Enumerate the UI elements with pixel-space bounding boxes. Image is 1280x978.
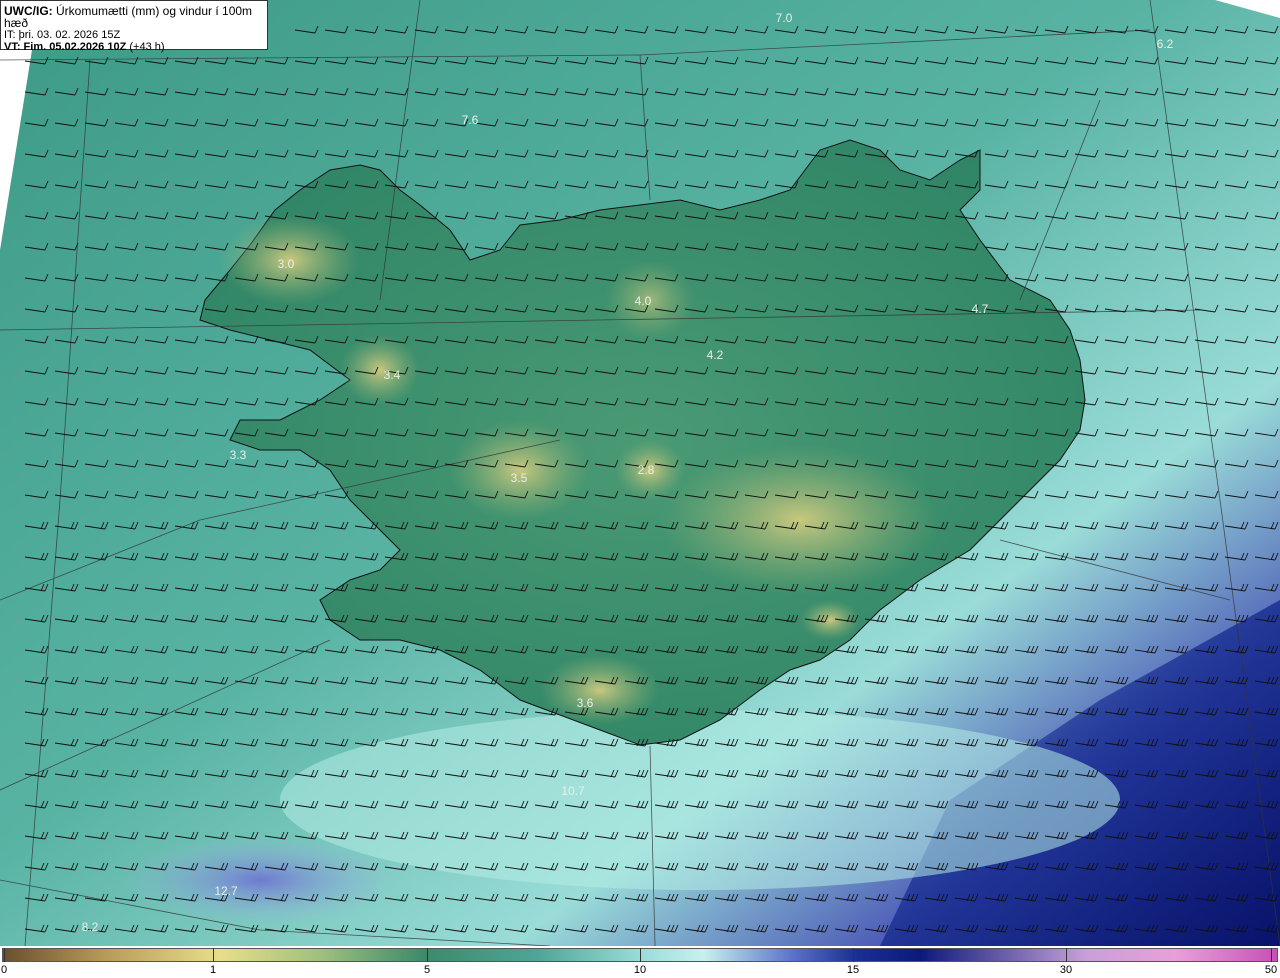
precip-value-label: 12.7 xyxy=(214,884,238,898)
colorbar-tick-label: 0 xyxy=(0,964,8,976)
colorbar-tick-mark xyxy=(640,948,641,962)
precip-value-label: 10.7 xyxy=(561,784,585,798)
precip-value-label: 3.3 xyxy=(230,448,247,462)
colorbar-tick-label: 1 xyxy=(209,964,217,976)
precip-value-label: 7.0 xyxy=(776,11,793,25)
precip-value-label: 2.8 xyxy=(638,463,655,477)
precip-value-label: 4.0 xyxy=(635,294,652,308)
colorbar-tick-label: 10 xyxy=(633,964,647,976)
colorbar: 0 1 5 10 15 30 50 xyxy=(0,946,1280,978)
precip-value-label: 3.0 xyxy=(278,257,295,271)
colorbar-tick-mark xyxy=(4,948,5,962)
precip-value-label: 3.5 xyxy=(511,471,528,485)
map-title-box: UWC/IG: Úrkomumætti (mm) og vindur í 100… xyxy=(0,0,268,53)
precipitation-map: 7.0 6.2 7.6 3.0 4.0 4.7 4.2 3.4 3.3 3.5 2.8 3.6 10.7… xyxy=(0,0,1280,946)
colorbar-tick-mark xyxy=(1066,948,1067,962)
valid-time: VT: Fim. 05.02.2026 10Z xyxy=(4,41,127,53)
precip-value-label: 6.2 xyxy=(1157,37,1174,51)
precip-value-label: 3.4 xyxy=(384,368,401,382)
colorbar-tick-mark xyxy=(427,948,428,962)
colorbar-tick-mark xyxy=(853,948,854,962)
map-viewer: 7.0 6.2 7.6 3.0 4.0 4.7 4.2 3.4 3.3 3.5 2.8 3.6 10.7… xyxy=(0,0,1280,978)
precip-value-label: 8.2 xyxy=(82,920,99,934)
precip-value-label: 3.6 xyxy=(577,696,594,710)
precip-value-label: 4.7 xyxy=(972,302,989,316)
colorbar-tick-label: 50 xyxy=(1264,964,1278,976)
precip-value-label: 4.2 xyxy=(707,348,724,362)
lead-time: (+43 h) xyxy=(129,41,165,53)
colorbar-tick-label: 5 xyxy=(423,964,431,976)
precip-value-label: 7.6 xyxy=(462,113,479,127)
colorbar-tick-label: 30 xyxy=(1059,964,1073,976)
colorbar-tick-label: 15 xyxy=(846,964,860,976)
colorbar-tick-mark xyxy=(213,948,214,962)
init-time: IT: þri. 03. 02. 2026 15Z xyxy=(4,29,121,41)
colorbar-tick-mark xyxy=(1271,948,1272,962)
